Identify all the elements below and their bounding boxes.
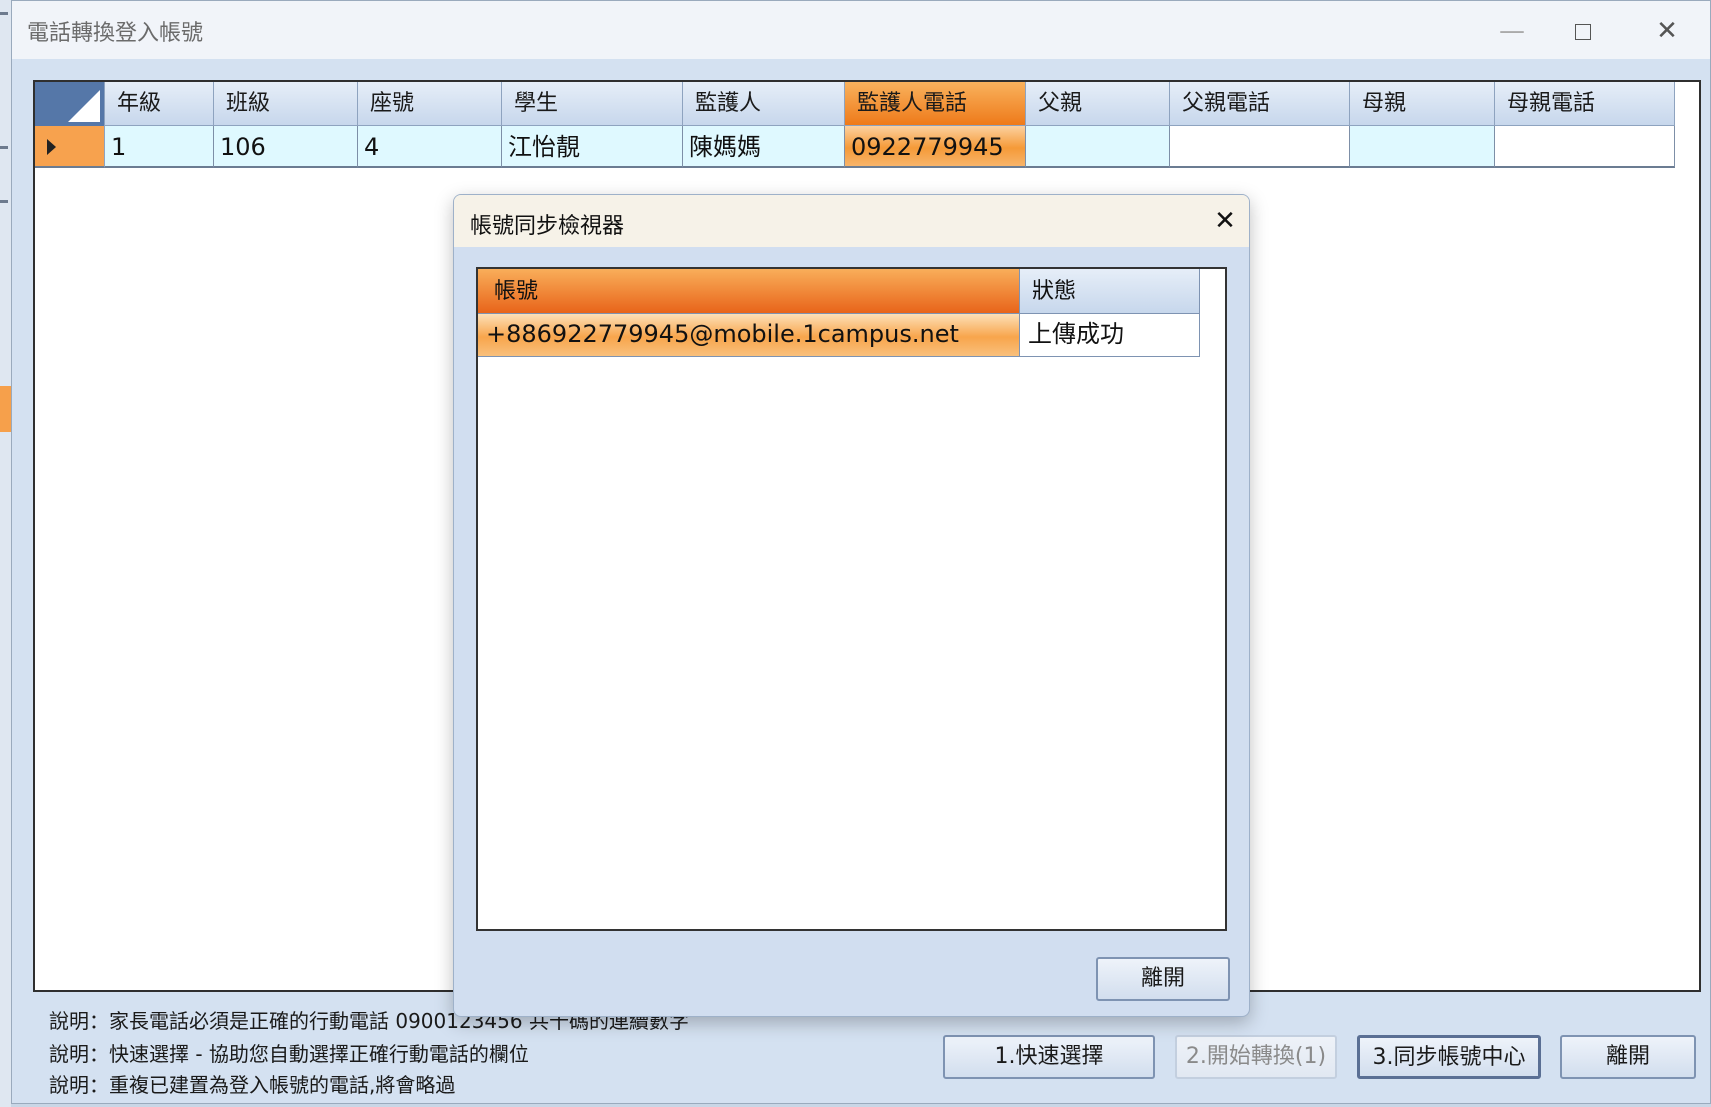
column-header-grade[interactable]: 年級 — [105, 82, 214, 126]
quick-select-button[interactable]: 1.快速選擇 — [943, 1035, 1155, 1079]
cell-father-phone[interactable] — [1170, 126, 1350, 168]
start-convert-button[interactable]: 2.開始轉換(1) — [1175, 1035, 1337, 1079]
column-header-student[interactable]: 學生 — [502, 82, 683, 126]
window-title: 電話轉換登入帳號 — [27, 21, 204, 46]
dialog-title: 帳號同步檢視器 — [470, 214, 625, 239]
cell-guardian-phone[interactable]: 0922779945 — [845, 126, 1026, 168]
window-minimize-icon[interactable]: — — [1489, 11, 1535, 51]
background-app-strip — [0, 0, 11, 1107]
cell-class[interactable]: 106 — [214, 126, 358, 168]
leave-button[interactable]: 離開 — [1560, 1035, 1696, 1079]
column-header-class[interactable]: 班級 — [214, 82, 358, 126]
column-header-mother-phone[interactable]: 母親電話 — [1495, 82, 1675, 126]
column-header-account[interactable]: 帳號 — [478, 269, 1020, 314]
dialog-close-icon[interactable]: ✕ — [1207, 203, 1243, 239]
sync-result-grid[interactable]: 帳號 狀態 +886922779945@mobile.1campus.net 上… — [476, 267, 1227, 931]
cell-account[interactable]: +886922779945@mobile.1campus.net — [478, 314, 1020, 357]
grid-select-all-corner[interactable] — [35, 82, 105, 126]
column-header-seat[interactable]: 座號 — [358, 82, 502, 126]
cell-mother[interactable] — [1350, 126, 1495, 168]
column-header-mother[interactable]: 母親 — [1350, 82, 1495, 126]
cell-grade[interactable]: 1 — [105, 126, 214, 168]
window-close-icon[interactable]: ✕ — [1644, 11, 1690, 51]
cell-mother-phone[interactable] — [1495, 126, 1675, 168]
dialog-title-bar: 帳號同步檢視器 ✕ — [454, 195, 1249, 247]
column-header-guardian-phone[interactable]: 監護人電話 — [845, 82, 1026, 126]
dialog-leave-button[interactable]: 離開 — [1096, 957, 1230, 1001]
note-duplicate: 說明：重複已建置為登入帳號的電話,將會略過 — [49, 1073, 456, 1097]
row-pointer-icon — [47, 139, 56, 155]
column-header-guardian[interactable]: 監護人 — [683, 82, 845, 126]
cell-status[interactable]: 上傳成功 — [1020, 314, 1200, 357]
cell-guardian[interactable]: 陳媽媽 — [683, 126, 845, 168]
title-bar: 電話轉換登入帳號 — ✕ — [12, 1, 1710, 59]
column-header-father-phone[interactable]: 父親電話 — [1170, 82, 1350, 126]
cell-seat[interactable]: 4 — [358, 126, 502, 168]
row-header[interactable] — [35, 126, 105, 168]
cell-student[interactable]: 江怡靚 — [502, 126, 683, 168]
sync-account-center-button[interactable]: 3.同步帳號中心 — [1357, 1035, 1541, 1079]
account-sync-viewer-dialog: 帳號同步檢視器 ✕ 帳號 狀態 +886922779945@mobile.1ca… — [453, 194, 1250, 1017]
column-header-status[interactable]: 狀態 — [1020, 269, 1200, 314]
cell-father[interactable] — [1026, 126, 1170, 168]
note-quick-select: 說明：快速選擇 - 協助您自動選擇正確行動電話的欄位 — [49, 1042, 529, 1066]
column-header-father[interactable]: 父親 — [1026, 82, 1170, 126]
window-maximize-icon[interactable] — [1560, 11, 1606, 51]
